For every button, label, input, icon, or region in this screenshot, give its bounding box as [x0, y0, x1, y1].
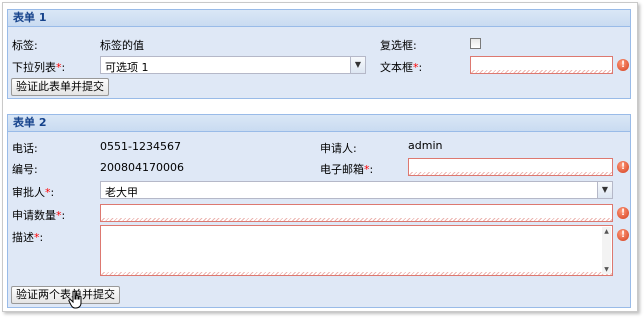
form2-approver-label-text: 审批人 [12, 186, 45, 199]
form2-approver-dropdown[interactable]: 老大甲 ▼ [100, 181, 613, 199]
form2-approver-label: 审批人*: [12, 184, 54, 200]
form2-quantity-label-text: 申请数量 [12, 209, 56, 222]
hand-cursor-icon [68, 291, 82, 309]
form1-dropdown-label-text: 下拉列表 [12, 61, 56, 74]
form1-dropdown[interactable]: 可选项 1 ▼ [100, 56, 366, 74]
form2-quantity-label: 申请数量*: [12, 207, 65, 223]
form1-dropdown-label: 下拉列表*: [12, 59, 65, 75]
error-icon: ! [617, 161, 629, 173]
scrollbar[interactable]: ▲ ▼ [602, 227, 611, 274]
form2-phone-value: 0551-1234567 [100, 140, 181, 153]
form2-submit-button[interactable]: 验证两个表单并提交 [11, 286, 120, 304]
form1-checkbox[interactable] [470, 38, 481, 49]
form1-dropdown-value: 可选项 1 [105, 61, 149, 74]
scroll-down-icon[interactable]: ▼ [602, 265, 611, 274]
form2-applicant-value: admin [408, 139, 443, 152]
form1-checkbox-label: 复选框: [380, 39, 417, 52]
form2-description-label-text: 描述 [12, 231, 34, 244]
colon: : [61, 61, 66, 74]
colon: : [50, 186, 55, 199]
form2-quantity-field[interactable] [100, 204, 613, 222]
window-frame: 表单 1 标签: 标签的值 复选框: 下拉列表*: 可选项 1 ▼ 文本框*: … [2, 2, 638, 312]
form2-email-field[interactable] [408, 158, 613, 176]
error-icon: ! [617, 59, 629, 71]
form1-textfield[interactable] [470, 56, 613, 74]
form2-description-textarea[interactable]: ▲ ▼ [100, 225, 613, 276]
colon: : [418, 61, 423, 74]
form2-title: 表单 2 [8, 115, 630, 132]
form1-textfield-label: 文本框*: [380, 59, 422, 75]
form2-applicant-label: 申请人: [320, 142, 357, 155]
scroll-up-icon[interactable]: ▲ [602, 227, 611, 236]
form1-submit-button[interactable]: 验证此表单并提交 [11, 78, 109, 96]
form1-label-field-value: 标签的值 [100, 39, 144, 52]
form2-description-label: 描述*: [12, 229, 43, 245]
form2-phone-label: 电话: [12, 142, 38, 155]
chevron-down-icon[interactable]: ▼ [597, 182, 612, 198]
form1-label-field-label: 标签: [12, 39, 38, 52]
form2-panel: 表单 2 电话: 0551-1234567 申请人: admin 编号: 200… [7, 114, 631, 309]
form2-email-label-text: 电子邮箱 [320, 163, 364, 176]
form1-panel: 表单 1 标签: 标签的值 复选框: 下拉列表*: 可选项 1 ▼ 文本框*: … [7, 9, 631, 99]
form1-textfield-label-text: 文本框 [380, 61, 413, 74]
form2-number-value: 200804170006 [100, 161, 184, 174]
form2-email-label: 电子邮箱*: [320, 161, 373, 177]
form1-title: 表单 1 [8, 10, 630, 27]
chevron-down-icon[interactable]: ▼ [350, 57, 365, 73]
colon: : [61, 209, 66, 222]
form2-approver-value: 老大甲 [105, 186, 138, 199]
form2-number-label: 编号: [12, 163, 38, 176]
error-icon: ! [617, 207, 629, 219]
colon: : [39, 231, 44, 244]
error-icon: ! [617, 229, 629, 241]
colon: : [369, 163, 374, 176]
